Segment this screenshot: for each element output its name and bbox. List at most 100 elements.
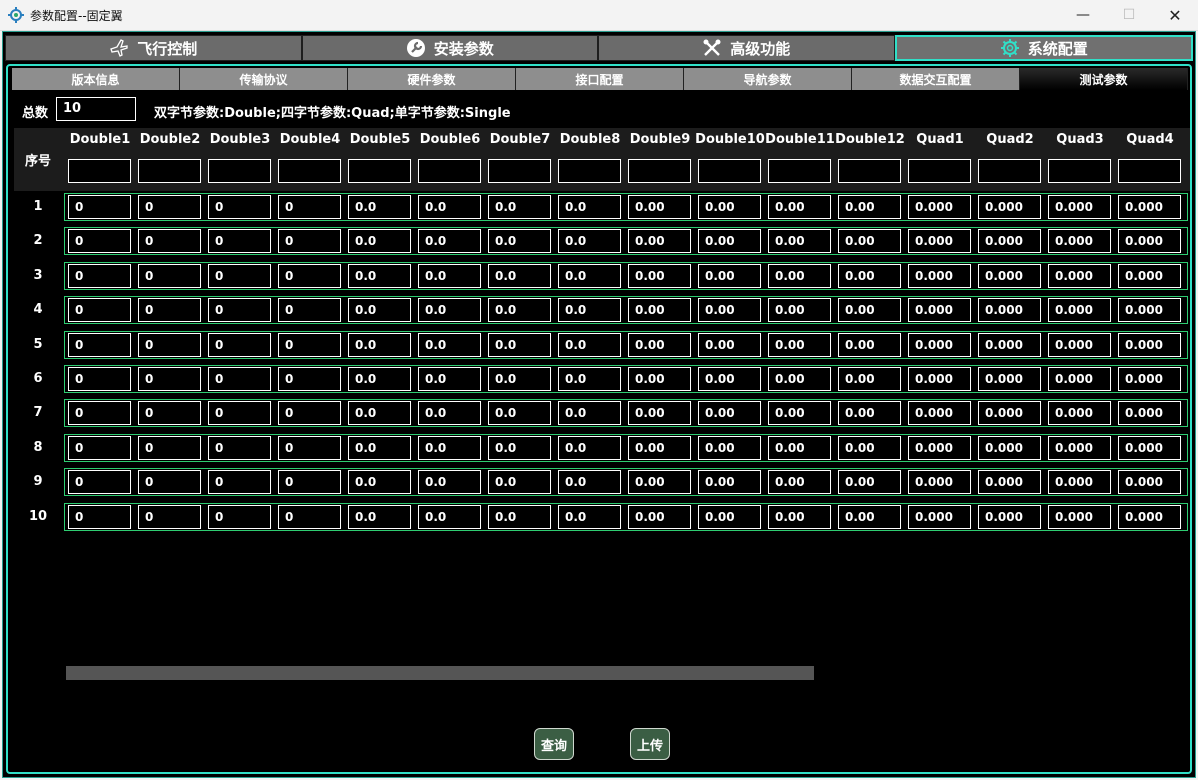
param-cell-input[interactable]: 0.0 [418, 435, 481, 460]
param-cell-input[interactable]: 0 [208, 298, 271, 323]
param-cell-input[interactable]: 0.00 [768, 367, 831, 391]
param-cell-input[interactable]: 0.000 [978, 504, 1041, 529]
param-cell-input[interactable]: 0 [208, 332, 271, 357]
param-cell-input[interactable]: 0 [138, 367, 201, 391]
param-cell-input[interactable]: 0.0 [418, 332, 481, 357]
param-cell-input[interactable]: 0.0 [418, 298, 481, 323]
param-cell-input[interactable]: 0.00 [838, 332, 901, 357]
minimize-icon[interactable]: — [1060, 0, 1106, 30]
tab-advanced[interactable]: 高级功能 [598, 35, 895, 61]
column-filter-input[interactable] [68, 159, 131, 183]
param-cell-input[interactable]: 0.0 [348, 470, 411, 495]
param-cell-input[interactable]: 0 [68, 229, 131, 254]
param-cell-input[interactable]: 0.000 [978, 263, 1041, 288]
param-cell-input[interactable]: 0.00 [628, 195, 691, 219]
param-cell-input[interactable]: 0.0 [348, 504, 411, 529]
param-cell-input[interactable]: 0.00 [698, 229, 761, 254]
param-cell-input[interactable]: 0.000 [908, 470, 971, 495]
param-cell-input[interactable]: 0.0 [488, 504, 551, 529]
param-cell-input[interactable]: 0.000 [1118, 435, 1181, 460]
param-cell-input[interactable]: 0.0 [488, 195, 551, 219]
param-cell-input[interactable]: 0.00 [768, 263, 831, 288]
param-cell-input[interactable]: 0.00 [768, 470, 831, 495]
param-cell-input[interactable]: 0.000 [908, 435, 971, 460]
param-cell-input[interactable]: 0.00 [698, 435, 761, 460]
param-cell-input[interactable]: 0.0 [488, 367, 551, 391]
param-cell-input[interactable]: 0.000 [978, 367, 1041, 391]
param-cell-input[interactable]: 0.000 [908, 195, 971, 219]
column-filter-input[interactable] [1118, 159, 1181, 183]
param-cell-input[interactable]: 0.0 [488, 332, 551, 357]
param-cell-input[interactable]: 0.000 [908, 298, 971, 323]
maximize-icon[interactable]: ☐ [1106, 0, 1152, 30]
param-cell-input[interactable]: 0.0 [418, 470, 481, 495]
param-cell-input[interactable]: 0 [208, 195, 271, 219]
param-cell-input[interactable]: 0.0 [558, 435, 621, 460]
param-cell-input[interactable]: 0.000 [908, 504, 971, 529]
param-cell-input[interactable]: 0.0 [488, 470, 551, 495]
param-cell-input[interactable]: 0.000 [978, 229, 1041, 254]
param-cell-input[interactable]: 0.000 [1118, 298, 1181, 323]
param-cell-input[interactable]: 0.000 [1048, 401, 1111, 426]
param-cell-input[interactable]: 0 [138, 229, 201, 254]
param-cell-input[interactable]: 0 [278, 263, 341, 288]
param-cell-input[interactable]: 0 [138, 401, 201, 426]
subtab-test-params[interactable]: 测试参数 [1020, 68, 1188, 90]
param-cell-input[interactable]: 0.00 [838, 298, 901, 323]
param-cell-input[interactable]: 0.0 [488, 263, 551, 288]
param-cell-input[interactable]: 0.000 [978, 298, 1041, 323]
param-cell-input[interactable]: 0.000 [1118, 401, 1181, 426]
param-cell-input[interactable]: 0 [208, 435, 271, 460]
param-cell-input[interactable]: 0.00 [628, 263, 691, 288]
param-cell-input[interactable]: 0.00 [768, 401, 831, 426]
param-cell-input[interactable]: 0.0 [418, 504, 481, 529]
column-filter-input[interactable] [348, 159, 411, 183]
param-cell-input[interactable]: 0.0 [558, 195, 621, 219]
column-filter-input[interactable] [978, 159, 1041, 183]
param-cell-input[interactable]: 0.000 [978, 401, 1041, 426]
param-cell-input[interactable]: 0.0 [348, 435, 411, 460]
param-cell-input[interactable]: 0 [278, 401, 341, 426]
subtab-hardware-params[interactable]: 硬件参数 [348, 68, 516, 90]
column-filter-input[interactable] [628, 159, 691, 183]
param-cell-input[interactable]: 0 [208, 401, 271, 426]
param-cell-input[interactable]: 0.000 [978, 332, 1041, 357]
param-cell-input[interactable]: 0.0 [418, 195, 481, 219]
param-cell-input[interactable]: 0.00 [698, 401, 761, 426]
tab-install-params[interactable]: 安装参数 [301, 35, 598, 61]
column-filter-input[interactable] [838, 159, 901, 183]
close-icon[interactable]: ✕ [1152, 0, 1198, 30]
total-input[interactable]: 10 [56, 97, 136, 121]
param-cell-input[interactable]: 0.0 [558, 298, 621, 323]
param-cell-input[interactable]: 0.00 [698, 332, 761, 357]
param-cell-input[interactable]: 0.00 [838, 263, 901, 288]
param-cell-input[interactable]: 0 [68, 263, 131, 288]
param-cell-input[interactable]: 0.000 [1118, 229, 1181, 254]
query-button[interactable]: 查询 [534, 728, 574, 760]
param-cell-input[interactable]: 0.0 [488, 401, 551, 426]
param-cell-input[interactable]: 0.00 [838, 470, 901, 495]
tab-system-config[interactable]: 系统配置 [894, 35, 1193, 61]
param-cell-input[interactable]: 0.00 [768, 504, 831, 529]
param-cell-input[interactable]: 0.00 [698, 263, 761, 288]
param-cell-input[interactable]: 0.000 [1118, 263, 1181, 288]
column-filter-input[interactable] [558, 159, 621, 183]
param-cell-input[interactable]: 0.00 [838, 401, 901, 426]
param-cell-input[interactable]: 0.000 [1048, 263, 1111, 288]
param-cell-input[interactable]: 0 [278, 195, 341, 219]
column-filter-input[interactable] [208, 159, 271, 183]
param-cell-input[interactable]: 0.0 [418, 367, 481, 391]
param-cell-input[interactable]: 0.000 [978, 435, 1041, 460]
param-cell-input[interactable]: 0 [68, 298, 131, 323]
param-cell-input[interactable]: 0.000 [978, 470, 1041, 495]
column-filter-input[interactable] [488, 159, 551, 183]
param-cell-input[interactable]: 0.000 [1048, 504, 1111, 529]
param-cell-input[interactable]: 0.000 [1048, 332, 1111, 357]
param-cell-input[interactable]: 0 [138, 298, 201, 323]
param-cell-input[interactable]: 0 [208, 470, 271, 495]
param-cell-input[interactable]: 0.000 [1118, 195, 1181, 219]
param-cell-input[interactable]: 0.00 [698, 470, 761, 495]
param-cell-input[interactable]: 0.000 [1118, 470, 1181, 495]
param-cell-input[interactable]: 0.000 [1048, 470, 1111, 495]
param-cell-input[interactable]: 0 [208, 504, 271, 529]
